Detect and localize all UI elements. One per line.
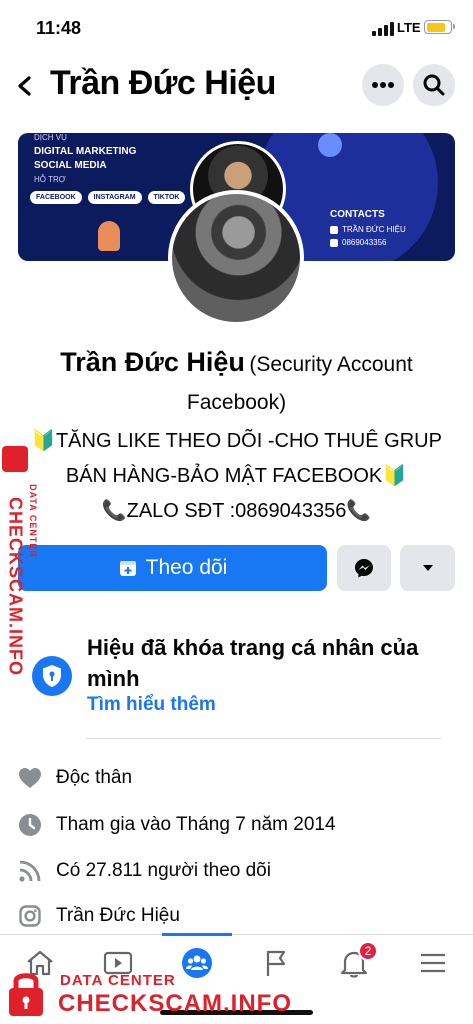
status-bar: 11:48 LTE (0, 0, 473, 48)
watermark-side-small: DATA CENTER (28, 484, 38, 558)
info-row-followers: Có 27.811 người theo dõi (16, 856, 456, 886)
bio-line: 🔰TĂNG LIKE THEO DÕI -CHO THUÊ GRUP (31, 430, 442, 452)
cover-pill: FACEBOOK (30, 191, 82, 204)
cover-decoration-dot (318, 133, 342, 157)
signal-icon (372, 22, 394, 36)
caret-down-icon (422, 565, 433, 571)
info-text: Độc thân (56, 767, 133, 788)
nav-notifications[interactable]: 2 (332, 941, 378, 983)
follow-icon (119, 561, 136, 576)
more-icon (372, 82, 394, 88)
info-row-instagram[interactable]: Trần Đức Hiệu (16, 901, 456, 931)
back-button[interactable] (12, 68, 40, 104)
cover-contact-phone: 0869043356 (342, 238, 387, 247)
network-label: LTE (397, 20, 421, 35)
phone-icon (330, 238, 338, 247)
cover-headline-2: SOCIAL MEDIA (34, 160, 107, 171)
watermark-bottom-big: CHECKSCAM.INFO (58, 990, 292, 1017)
info-text: Có 27.811 người theo dõi (56, 860, 271, 881)
info-text: Tham gia vào Tháng 7 năm 2014 (56, 814, 336, 835)
search-icon (423, 74, 445, 96)
profile-name-block: Trần Đức Hiệu (Security Account Facebook… (20, 344, 453, 423)
cover-contact-name: TRẦN ĐỨC HIỆU (342, 225, 406, 234)
info-text: Trần Đức Hiệu (56, 905, 180, 926)
page-title: Trần Đức Hiệu (50, 64, 276, 102)
message-button[interactable] (337, 545, 391, 591)
cover-contacts: CONTACTS TRẦN ĐỨC HIỆU 0869043356 (330, 209, 406, 249)
clock-icon (16, 811, 44, 839)
menu-icon (421, 953, 445, 973)
profile-header: Trần Đức Hiệu (0, 60, 473, 112)
cover-service-label: DỊCH VỤ (34, 133, 67, 142)
cover-illustration (98, 221, 120, 251)
rss-icon (16, 857, 44, 885)
status-time: 11:48 (36, 18, 82, 38)
cover-pill: INSTAGRAM (87, 191, 142, 204)
avatar[interactable] (168, 190, 304, 326)
instagram-icon (16, 902, 44, 930)
watermark-side-big: CHECKSCAM.INFO (5, 497, 26, 676)
follow-button[interactable]: Theo dõi (18, 545, 327, 591)
more-button[interactable] (362, 64, 404, 106)
watermark-bottom: DATA CENTER CHECKSCAM.INFO (0, 960, 300, 1024)
profile-name: Trần Đức Hiệu (60, 347, 245, 377)
cover-headline: DIGITAL MARKETING SOCIAL MEDIA (34, 145, 136, 173)
locked-profile-icon (32, 656, 72, 696)
facebook-icon (330, 225, 338, 234)
follow-label: Theo dõi (145, 556, 228, 579)
active-tab-indicator (162, 933, 232, 936)
cover-support-label: HỖ TRỢ (34, 175, 66, 184)
locked-profile-title: Hiệu đã khóa trang cá nhân của mình (87, 635, 419, 691)
nav-menu[interactable] (411, 943, 455, 983)
cover-contacts-title: CONTACTS (330, 209, 385, 220)
battery-icon (424, 20, 455, 34)
more-actions-button[interactable] (400, 545, 455, 591)
shield-icon (43, 665, 61, 687)
watermark-bottom-small: DATA CENTER (60, 972, 176, 989)
bio-line: 📞ZALO SĐT :0869043356📞 (101, 500, 372, 522)
heart-icon (16, 764, 44, 792)
bio-line: BÁN HÀNG-BẢO MẬT FACEBOOK🔰 (65, 465, 408, 487)
learn-more-link[interactable]: Tìm hiểu thêm (87, 694, 216, 716)
watermark-side: DATA CENTER CHECKSCAM.INFO (0, 436, 38, 676)
cover-pill: TIKTOK (147, 191, 186, 204)
notification-badge: 2 (358, 941, 378, 961)
info-row-joined: Tham gia vào Tháng 7 năm 2014 (16, 810, 456, 840)
cover-pills: FACEBOOK INSTAGRAM TIKTOK (30, 191, 186, 204)
cover-headline-1: DIGITAL MARKETING (34, 146, 137, 157)
messenger-icon (355, 559, 373, 578)
search-button[interactable] (413, 64, 455, 106)
lock-icon (9, 973, 43, 1016)
profile-bio: 🔰TĂNG LIKE THEO DÕI -CHO THUÊ GRUP BÁN H… (14, 424, 459, 529)
info-row-relationship: Độc thân (16, 763, 456, 793)
divider (86, 738, 441, 739)
lock-icon (2, 446, 28, 472)
chevron-left-icon (18, 76, 31, 96)
